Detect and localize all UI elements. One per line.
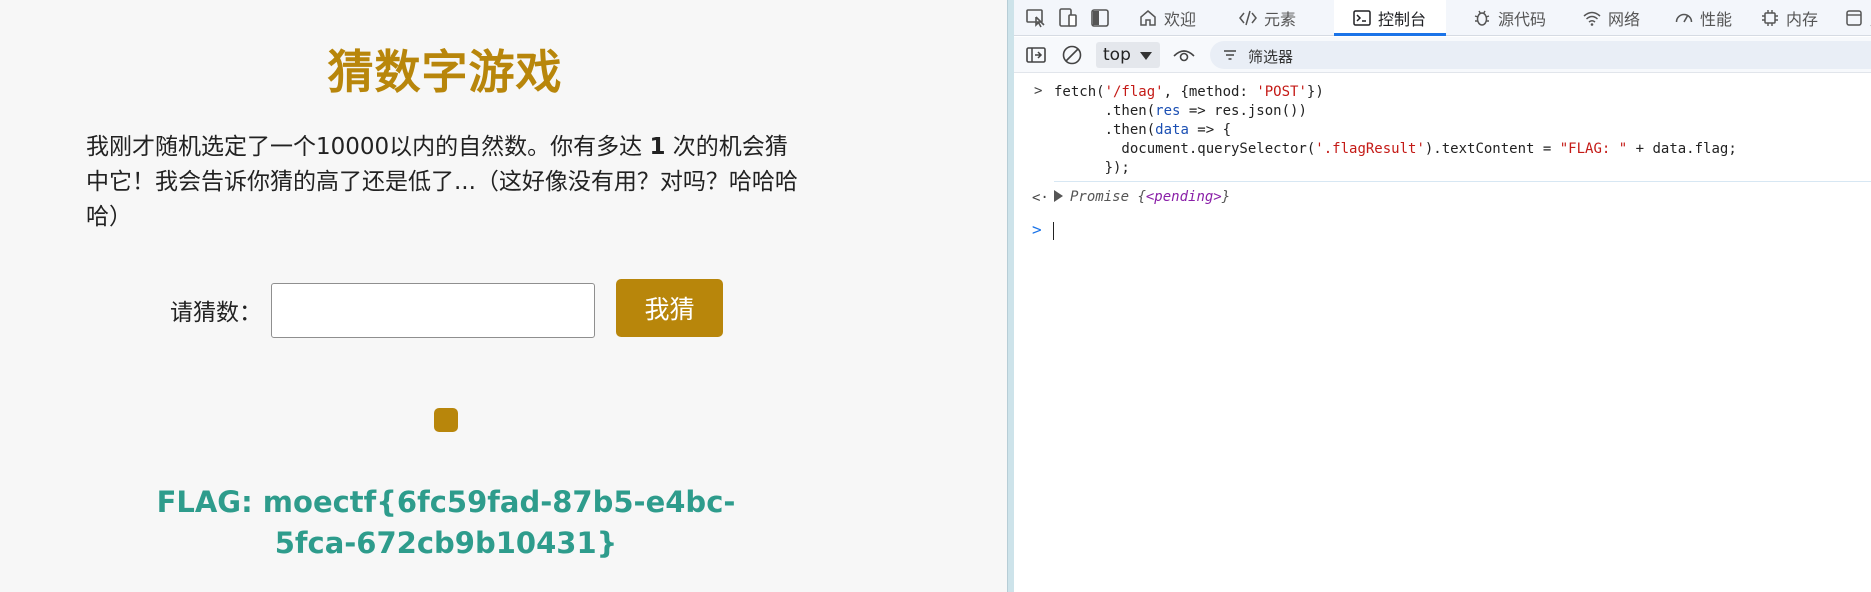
code-icon <box>1239 10 1257 26</box>
game-page: 猜数字游戏 我刚才随机选定了一个10000以内的自然数。你有多达 1 次的机会猜… <box>0 0 1007 592</box>
expand-triangle-icon[interactable] <box>1054 190 1063 202</box>
console-result[interactable]: Promise {<pending>} <box>1054 189 1230 205</box>
tab-console[interactable]: 控制台 <box>1334 0 1447 36</box>
tab-label: 欢迎 <box>1164 10 1197 29</box>
home-icon <box>1140 10 1156 26</box>
tab-label: 元素 <box>1264 10 1297 29</box>
console-prompt-icon: > <box>1032 220 1042 239</box>
filter-input[interactable]: 筛选器 <box>1210 41 1871 69</box>
console-input-code: fetch('/flag', {method: 'POST'}) .then(r… <box>1054 84 1737 176</box>
context-value: top <box>1103 45 1131 65</box>
tab-memory[interactable]: 内存 <box>1760 0 1818 36</box>
device-emulation-icon[interactable] <box>1056 6 1080 30</box>
chevron-right-icon: > <box>1034 83 1043 99</box>
tab-label: 控制台 <box>1378 10 1427 29</box>
devtools-splitter[interactable] <box>1007 0 1014 592</box>
devtools-panel: 欢迎 元素 控制台 源代码 网络 性能 内存 应用 <box>1014 0 1871 592</box>
tab-network[interactable]: 网络 <box>1582 0 1640 36</box>
eye-icon[interactable] <box>1172 43 1196 67</box>
tab-sources[interactable]: 源代码 <box>1472 0 1546 36</box>
divider <box>1054 181 1871 182</box>
console-icon <box>1353 10 1371 26</box>
tab-label: 内存 <box>1786 10 1819 29</box>
tab-performance[interactable]: 性能 <box>1674 0 1732 36</box>
console-filter-bar: top 筛选器 <box>1014 37 1871 73</box>
result-indicator <box>434 408 458 432</box>
tab-application[interactable]: 应用 <box>1844 0 1871 36</box>
attempts-count: 1 <box>649 134 666 160</box>
clear-console-icon[interactable] <box>1060 43 1084 67</box>
tab-label: 源代码 <box>1498 10 1547 29</box>
filter-icon <box>1224 50 1236 60</box>
page-title: 猜数字游戏 <box>327 45 563 99</box>
guess-label: 请猜数： <box>170 300 262 326</box>
intro-text-before: 我刚才随机选定了一个10000以内的自然数。你有多达 <box>86 134 650 160</box>
chevron-down-icon <box>1140 52 1152 60</box>
chip-icon <box>1762 10 1778 26</box>
context-selector[interactable]: top <box>1096 42 1160 68</box>
guess-input[interactable] <box>271 283 595 338</box>
devtools-toolbar: 欢迎 元素 控制台 源代码 网络 性能 内存 应用 <box>1014 0 1871 36</box>
tab-elements[interactable]: 元素 <box>1238 0 1296 36</box>
gauge-icon <box>1675 13 1693 23</box>
return-arrow-icon: <· <box>1032 190 1049 206</box>
tab-label: 性能 <box>1700 10 1733 29</box>
wifi-icon <box>1583 11 1601 26</box>
intro-text: 我刚才随机选定了一个10000以内的自然数。你有多达 1 次的机会猜中它！我会告… <box>86 130 806 235</box>
dock-side-icon[interactable] <box>1088 6 1112 30</box>
console-text-caret[interactable] <box>1053 222 1054 240</box>
filter-placeholder: 筛选器 <box>1248 48 1294 66</box>
flag-result: FLAG: moectf{6fc59fad-87b5-e4bc-5fca-672… <box>156 485 736 560</box>
guess-button[interactable]: 我猜 <box>616 279 723 337</box>
app-icon <box>1846 10 1862 26</box>
tab-label: 网络 <box>1608 10 1641 29</box>
inspect-element-icon[interactable] <box>1024 6 1048 30</box>
bug-icon <box>1474 10 1490 26</box>
console-output[interactable]: > fetch('/flag', {method: 'POST'}) .then… <box>1014 74 1871 592</box>
tab-welcome[interactable]: 欢迎 <box>1138 0 1196 36</box>
sidebar-toggle-icon[interactable] <box>1024 43 1048 67</box>
